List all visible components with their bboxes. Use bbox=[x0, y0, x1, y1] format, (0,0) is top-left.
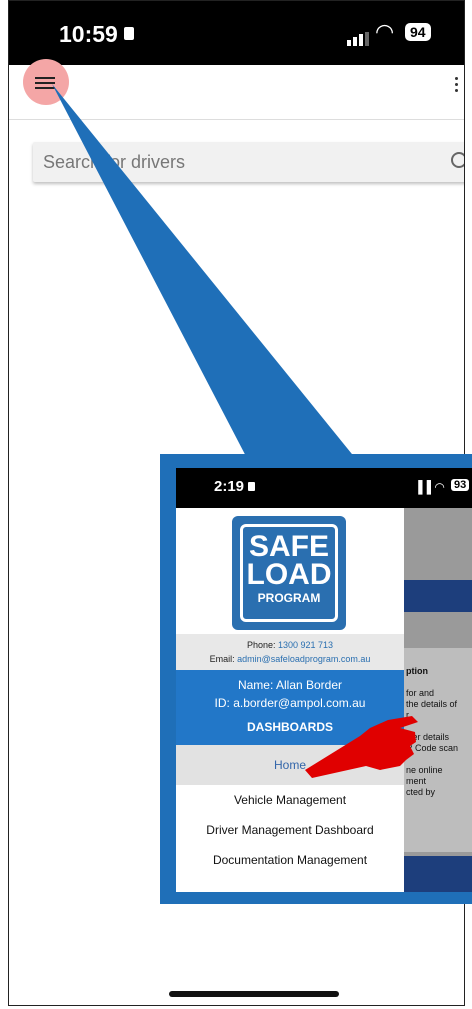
menu-item-documentation-management[interactable]: Documentation Management bbox=[176, 845, 404, 875]
phone-link[interactable]: 1300 921 713 bbox=[278, 640, 333, 650]
email-link[interactable]: admin@safeloadprogram.com.au bbox=[237, 654, 370, 664]
pointing-hand-icon bbox=[305, 716, 418, 778]
more-options-icon[interactable] bbox=[455, 77, 458, 95]
phone-label: Phone: bbox=[246, 640, 276, 650]
menu-item-vehicle-management[interactable]: Vehicle Management bbox=[176, 785, 404, 815]
search-icon[interactable] bbox=[451, 152, 464, 168]
navigation-drawer: SAFE LOAD PROGRAM Phone: 1300 921 713 Em… bbox=[176, 508, 404, 892]
app-bar bbox=[9, 65, 464, 120]
background-page: ption for and the details of r iver deta… bbox=[404, 508, 472, 892]
inset-sim-icon bbox=[248, 482, 256, 491]
email-label: Email: bbox=[209, 654, 235, 664]
status-bar: 10:59 ◠ 94 bbox=[9, 1, 464, 65]
logo-line1: SAFE bbox=[248, 530, 329, 563]
signal-icon bbox=[347, 28, 371, 46]
logo-line2: LOAD bbox=[246, 558, 332, 591]
safe-load-program-logo: SAFE LOAD PROGRAM bbox=[232, 516, 346, 630]
inset-status-time: 2:19 bbox=[214, 478, 256, 495]
battery-indicator: 94 bbox=[405, 23, 431, 41]
inset-signal-wifi-icon: ▐▐ ◠ bbox=[414, 480, 445, 494]
inset-status-bar: 2:19 ▐▐ ◠ 93 bbox=[176, 468, 472, 508]
hamburger-menu-icon[interactable] bbox=[35, 77, 55, 89]
menu-item-driver-management-dashboard[interactable]: Driver Management Dashboard bbox=[176, 815, 404, 845]
inset-screenshot: 2:19 ▐▐ ◠ 93 ption for and the details o… bbox=[176, 468, 472, 892]
inset-battery-indicator: 93 bbox=[451, 479, 470, 491]
background-header-band bbox=[404, 580, 472, 612]
wifi-icon: ◠ bbox=[375, 19, 395, 44]
background-text: ption bbox=[406, 666, 428, 676]
background-text: for and bbox=[406, 688, 435, 698]
sim-icon bbox=[123, 27, 134, 41]
search-input[interactable]: Search for drivers bbox=[43, 152, 185, 173]
contact-info: Phone: 1300 921 713 Email: admin@safeloa… bbox=[176, 634, 404, 670]
status-time: 10:59 bbox=[59, 21, 134, 48]
user-name: Name: Allan Border bbox=[237, 678, 343, 692]
background-text: cted by bbox=[406, 787, 436, 797]
home-indicator bbox=[169, 991, 339, 997]
background-footer-band bbox=[404, 856, 472, 892]
logo-line3: PROGRAM bbox=[257, 591, 321, 605]
search-bar[interactable]: Search for drivers bbox=[33, 142, 464, 182]
